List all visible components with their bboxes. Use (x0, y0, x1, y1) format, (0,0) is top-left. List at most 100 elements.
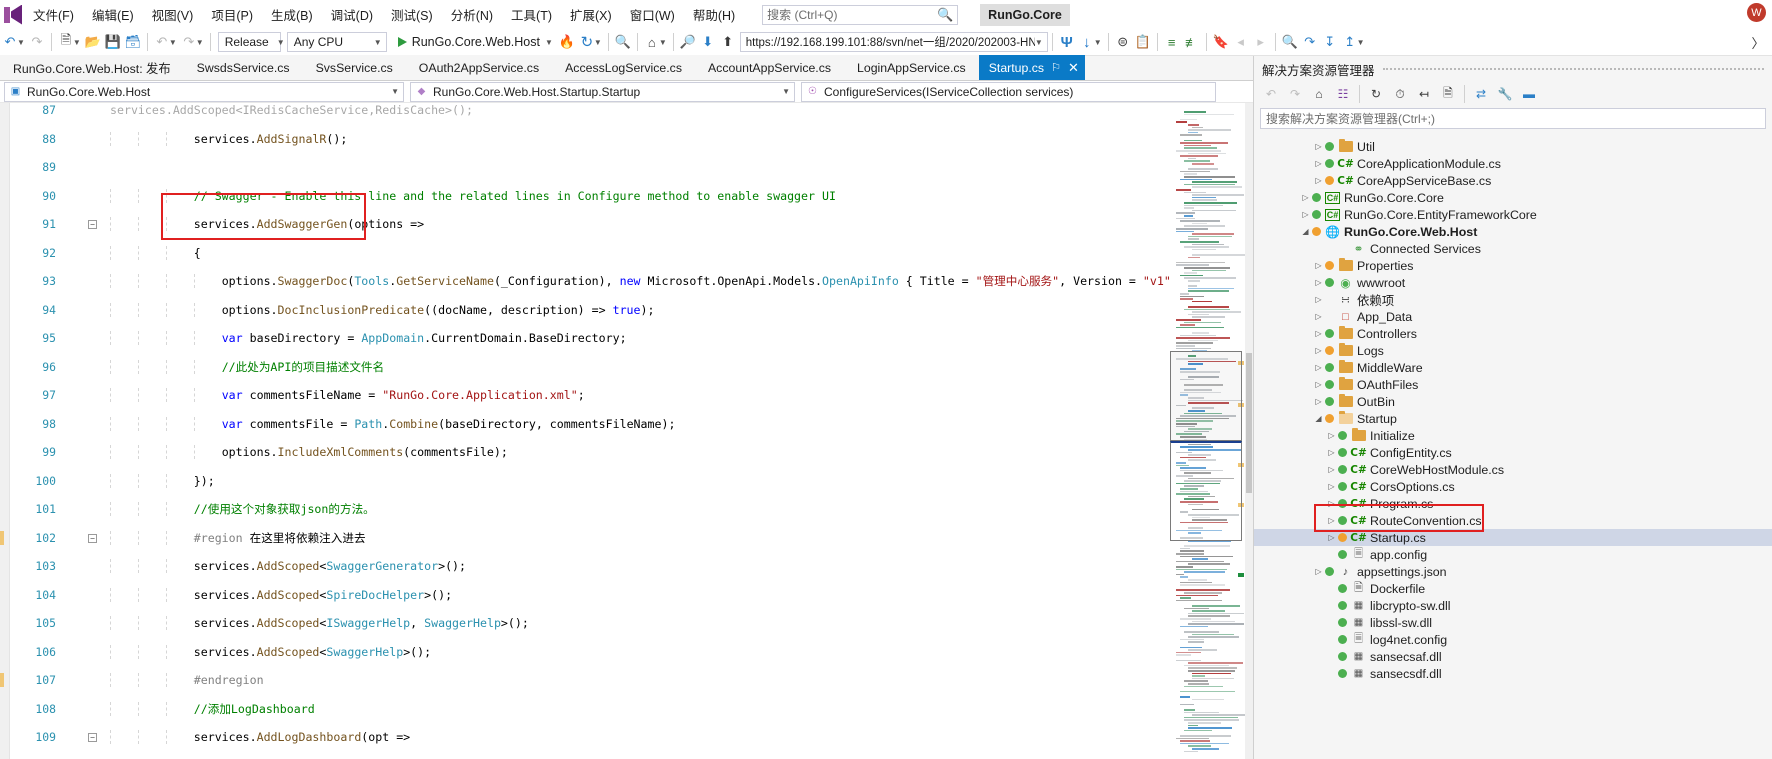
navigate-backward-icon[interactable]: ↶ (0, 32, 20, 53)
solution-tree[interactable]: ▷ Util ▷ C# CoreApplicationModule.cs ▷ C# CoreA… (1254, 136, 1772, 759)
compare-icon[interactable]: ⊜ (1113, 32, 1133, 53)
chevron-right-icon[interactable]: ▷ (1312, 312, 1325, 321)
branch-icon[interactable]: Ψ (1057, 32, 1077, 53)
new-item-icon[interactable]: 🗎 (56, 32, 76, 53)
tree-item-coreappservicebase-cs[interactable]: ▷ C# CoreAppServiceBase.cs (1254, 172, 1772, 189)
tree-item-initialize[interactable]: ▷ Initialize (1254, 427, 1772, 444)
chevron-right-icon[interactable]: ▷ (1325, 465, 1338, 474)
tree-item-util[interactable]: ▷ Util (1254, 138, 1772, 155)
save-icon[interactable]: 💾 (103, 32, 123, 53)
menu-item-11[interactable]: 帮助(H) (684, 0, 744, 29)
tree-item-controllers[interactable]: ▷ Controllers (1254, 325, 1772, 342)
view-code-icon[interactable]: ⇄ (1470, 84, 1492, 105)
tree-item-sansecsaf-dll[interactable]: ▦ sansecsaf.dll (1254, 648, 1772, 665)
chevron-right-icon[interactable]: ▷ (1312, 567, 1325, 576)
minimap-viewport-current[interactable] (1170, 441, 1242, 541)
menu-item-0[interactable]: 文件(F) (24, 0, 83, 29)
tree-item-app-config[interactable]: 🗏 app.config (1254, 546, 1772, 563)
tab-5[interactable]: AccountAppService.cs (694, 55, 845, 80)
tree-item-middleware[interactable]: ▷ MiddleWare (1254, 359, 1772, 376)
pin-tab-icon[interactable]: ⚐ (1051, 61, 1061, 74)
menu-item-5[interactable]: 调试(D) (322, 0, 382, 29)
menu-item-7[interactable]: 分析(N) (442, 0, 502, 29)
collapse-all-icon[interactable]: ↤ (1413, 84, 1435, 105)
tree-item-program-cs[interactable]: ▷ C# Program.cs (1254, 495, 1772, 512)
step-out-icon[interactable]: ↥ (1340, 32, 1360, 53)
chevron-right-icon[interactable]: ▷ (1312, 278, 1325, 287)
chevron-right-icon[interactable]: ▷ (1312, 346, 1325, 355)
tree-item-wwwroot[interactable]: ▷ ◉ wwwroot (1254, 274, 1772, 291)
solution-configuration-combo[interactable]: Release ▼ (217, 32, 285, 52)
chevron-right-icon[interactable]: ▷ (1312, 363, 1325, 372)
code-text-area[interactable]: 87 services.AddScoped<IRedisCacheService,… (0, 103, 1253, 759)
tab-0[interactable]: RunGo.Core.Web.Host: 发布 (0, 55, 184, 80)
home-icon[interactable]: ⌂ (1308, 84, 1330, 105)
redo-icon[interactable]: ↷ (179, 32, 199, 53)
quick-launch-search[interactable]: 搜索 (Ctrl+Q) 🔍 (762, 4, 959, 25)
indent-icon[interactable]: ≡ (1162, 32, 1182, 53)
tab-3[interactable]: OAuth2AppService.cs (405, 55, 553, 80)
chevron-right-icon[interactable]: ▷ (1325, 448, 1338, 457)
tree-item-sansecsdf-dll[interactable]: ▦ sansecsdf.dll (1254, 665, 1772, 682)
tab-7[interactable]: Startup.cs ⚐ ✕ (978, 55, 1085, 80)
chevron-right-icon[interactable]: ▷ (1312, 295, 1325, 304)
tab-2[interactable]: SvsService.cs (302, 55, 406, 80)
editor-minimap[interactable] (1170, 103, 1245, 759)
tree-item-configentity-cs[interactable]: ▷ C# ConfigEntity.cs (1254, 444, 1772, 461)
source-control-url-combo[interactable]: https://192.168.199.101:88/svn/net一组/202… (739, 32, 1048, 52)
chevron-down-icon[interactable]: ◢ (1299, 227, 1312, 236)
tree-item-coreapplicationmodule-cs[interactable]: ▷ C# CoreApplicationModule.cs (1254, 155, 1772, 172)
chevron-right-icon[interactable]: ▷ (1325, 533, 1338, 542)
menu-item-10[interactable]: 窗口(W) (621, 0, 684, 29)
live-share-icon[interactable]: ↻ (577, 32, 597, 53)
menu-item-4[interactable]: 生成(B) (262, 0, 322, 29)
view-history-icon[interactable]: 🔎 (678, 32, 698, 53)
tree-item-rungo-core-entityframeworkcore[interactable]: ▷ C# RunGo.Core.EntityFrameworkCore (1254, 206, 1772, 223)
chevron-right-icon[interactable]: ▷ (1312, 159, 1325, 168)
tree-item-logs[interactable]: ▷ Logs (1254, 342, 1772, 359)
home-icon[interactable]: ⌂ (642, 32, 662, 53)
tree-item-appsettings-json[interactable]: ▷ ♪ appsettings.json (1254, 563, 1772, 580)
chevron-right-icon[interactable]: ▷ (1325, 516, 1338, 525)
chevron-right-icon[interactable]: ▷ (1325, 482, 1338, 491)
tree-item--[interactable]: ▷ ∺ 依赖项 (1254, 291, 1772, 308)
back-icon[interactable]: ↶ (1260, 84, 1282, 105)
tree-item-startup-cs[interactable]: ▷ C# Startup.cs (1254, 529, 1772, 546)
menu-item-9[interactable]: 扩展(X) (561, 0, 621, 29)
chevron-right-icon[interactable]: ▷ (1312, 176, 1325, 185)
sync-with-active-document-icon[interactable]: ☷ (1332, 84, 1354, 105)
outdent-icon[interactable]: ≢ (1182, 32, 1202, 53)
next-bookmark-icon[interactable]: ▸ (1251, 32, 1271, 53)
tree-item-corewebhostmodule-cs[interactable]: ▷ C# CoreWebHostModule.cs (1254, 461, 1772, 478)
open-file-icon[interactable]: 📂 (83, 32, 103, 53)
menu-item-1[interactable]: 编辑(E) (83, 0, 143, 29)
hot-reload-icon[interactable]: 🔥 (557, 32, 577, 53)
type-selector-combo[interactable]: ◆ RunGo.Core.Web.Host.Startup.Startup ▼ (410, 81, 795, 102)
menu-item-6[interactable]: 测试(S) (382, 0, 442, 29)
chevron-down-icon[interactable]: ◢ (1312, 414, 1325, 423)
editor-vertical-scrollbar[interactable] (1245, 103, 1253, 759)
chevron-right-icon[interactable]: ▷ (1325, 499, 1338, 508)
chevron-right-icon[interactable]: ▷ (1312, 397, 1325, 406)
undo-icon[interactable]: ↶ (152, 32, 172, 53)
chevron-right-icon[interactable]: ▷ (1325, 431, 1338, 440)
commit-icon[interactable]: ⬆ (718, 32, 738, 53)
close-icon[interactable]: ✕ (1068, 60, 1079, 76)
prev-bookmark-icon[interactable]: ◂ (1231, 32, 1251, 53)
properties-icon[interactable]: 🔧 (1494, 84, 1516, 105)
step-over-icon[interactable]: ↧ (1320, 32, 1340, 53)
tree-item-libcrypto-sw-dll[interactable]: ▦ libcrypto-sw.dll (1254, 597, 1772, 614)
tree-item-routeconvention-cs[interactable]: ▷ C# RouteConvention.cs (1254, 512, 1772, 529)
tab-4[interactable]: AccessLogService.cs (552, 55, 695, 80)
tab-6[interactable]: LoginAppService.cs (844, 55, 979, 80)
tree-item-libssl-sw-dll[interactable]: ▦ libssl-sw.dll (1254, 614, 1772, 631)
tree-item-corsoptions-cs[interactable]: ▷ C# CorsOptions.cs (1254, 478, 1772, 495)
tree-item-dockerfile[interactable]: 🗎 Dockerfile (1254, 580, 1772, 597)
show-all-files-icon[interactable]: 🗎 (1437, 84, 1459, 105)
find-icon[interactable]: 🔍 (1280, 32, 1300, 53)
tree-item-rungo-core-core[interactable]: ▷ C# RunGo.Core.Core (1254, 189, 1772, 206)
forward-icon[interactable]: ↷ (1284, 84, 1306, 105)
collapse-region-icon[interactable]: − (88, 533, 97, 543)
find-next-icon[interactable]: ↷ (1300, 32, 1320, 53)
tree-item-properties[interactable]: ▷ Properties (1254, 257, 1772, 274)
